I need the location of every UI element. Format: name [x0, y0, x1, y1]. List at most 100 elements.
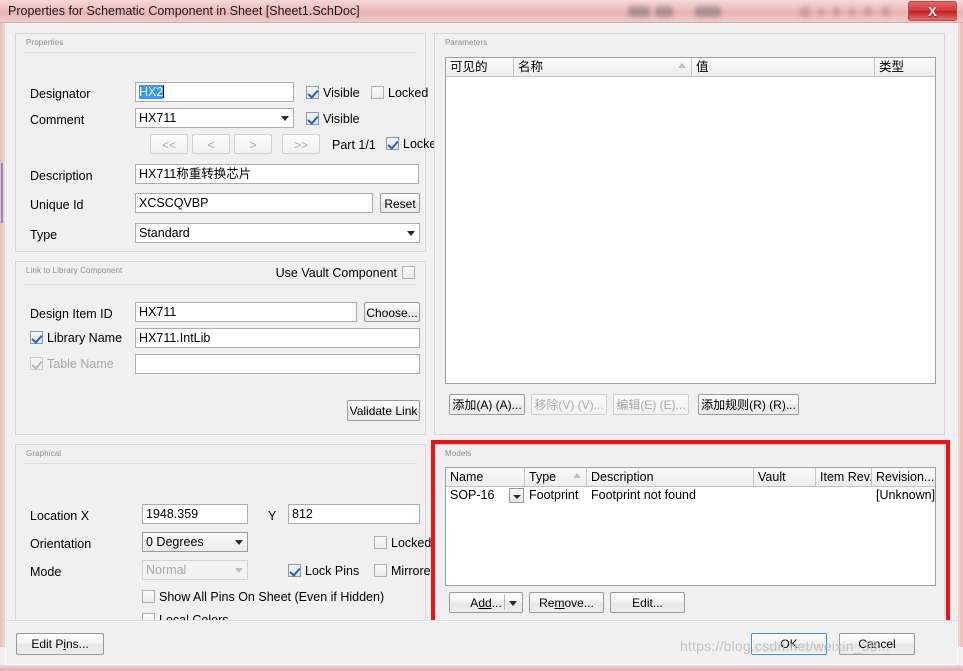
table-name-checkbox[interactable]: Table Name	[30, 357, 114, 371]
parameters-col-name[interactable]: 名称	[514, 58, 692, 76]
designator-locked-checkbox[interactable]: Locked	[371, 86, 428, 100]
location-y-input[interactable]: 812	[288, 504, 420, 524]
checkbox-label: Use Vault Component	[275, 266, 397, 280]
comment-value: HX711	[139, 111, 177, 125]
models-cell-item-rev	[816, 487, 872, 504]
location-y-label: Y	[268, 509, 277, 523]
models-cell-description: Footprint not found	[591, 488, 696, 502]
chevron-down-icon[interactable]	[509, 600, 517, 606]
reset-button[interactable]: Reset	[380, 193, 420, 213]
comment-combo[interactable]: HX711	[135, 108, 294, 128]
choose-button[interactable]: Choose...	[364, 302, 420, 322]
ok-button[interactable]: OK	[751, 633, 827, 655]
library-name-checkbox[interactable]: Library Name	[30, 331, 122, 345]
checkbox-label: Locked	[388, 86, 429, 100]
models-cell-vault	[754, 487, 816, 504]
close-icon[interactable]: X	[908, 1, 957, 21]
checkbox-label: Locked	[391, 536, 432, 550]
description-label: Description	[30, 169, 93, 183]
part-indicator-label: Part 1/1	[332, 138, 376, 152]
properties-group-label: Properties	[24, 38, 66, 47]
checkbox-label: Visible	[323, 86, 360, 100]
dialog-window: Properties for Schematic Component in Sh…	[0, 0, 963, 671]
use-vault-component-checkbox[interactable]: Use Vault Component	[276, 266, 415, 280]
checkbox-label: Visible	[323, 112, 360, 126]
models-col-revision[interactable]: Revision...	[872, 468, 935, 486]
mode-value: Normal	[146, 563, 187, 577]
chevron-down-icon	[407, 231, 415, 236]
cancel-button[interactable]: Cancel	[839, 633, 915, 655]
parameters-add-button[interactable]: 添加(A) (A)...	[449, 394, 525, 415]
models-add-button[interactable]: Add...	[449, 592, 523, 613]
unique-id-input[interactable]: XCSCQVBP	[135, 193, 373, 213]
parameters-group: Parameters 可见的 名称 值 类型 添加(A) (A)... 移除(V…	[434, 33, 945, 435]
titlebar-blurred-item	[818, 8, 824, 16]
mode-combo[interactable]: Normal	[142, 560, 248, 580]
parameters-col-value[interactable]: 值	[692, 58, 875, 76]
part-first-button[interactable]: <<	[150, 134, 188, 154]
models-col-name[interactable]: Name	[446, 468, 525, 486]
designator-label: Designator	[30, 87, 91, 101]
show-all-pins-checkbox[interactable]: Show All Pins On Sheet (Even if Hidden)	[142, 590, 384, 604]
sort-ascending-icon	[678, 63, 686, 68]
titlebar-blurred-item	[833, 7, 840, 16]
parameters-col-visible[interactable]: 可见的	[446, 58, 514, 76]
models-table-header: Name Type Description Vault Item Rev... …	[446, 468, 935, 487]
table-name-input[interactable]	[135, 354, 420, 374]
parameters-table[interactable]: 可见的 名称 值 类型	[445, 57, 936, 384]
models-table[interactable]: Name Type Description Vault Item Rev... …	[445, 467, 936, 586]
type-combo[interactable]: Standard	[135, 223, 420, 243]
part-prev-button[interactable]: <	[192, 134, 230, 154]
parameters-col-type[interactable]: 类型	[875, 58, 935, 76]
orientation-combo[interactable]: 0 Degrees	[142, 532, 248, 552]
checkbox-box	[142, 590, 155, 603]
designator-visible-checkbox[interactable]: Visible	[306, 86, 360, 100]
comment-visible-checkbox[interactable]: Visible	[306, 112, 360, 126]
designator-input[interactable]: HX2	[135, 82, 294, 102]
parameters-edit-button[interactable]: 编辑(E) (E)...	[613, 394, 689, 415]
window-frame-bottom	[0, 665, 963, 671]
orientation-value: 0 Degrees	[146, 535, 204, 549]
library-name-input[interactable]: HX711.IntLib	[135, 328, 420, 348]
table-row[interactable]: SOP-16 Footprint Footprint not found [Un…	[446, 487, 935, 504]
models-edit-button[interactable]: Edit...	[610, 592, 685, 613]
models-col-description[interactable]: Description	[587, 468, 754, 486]
models-group-label: Models	[443, 449, 474, 458]
models-group: Models Name Type Description Vault Item …	[434, 444, 945, 621]
dialog-client-area: Properties Designator HX2 Visible Locked…	[5, 23, 958, 665]
checkbox-box	[306, 86, 319, 99]
type-label: Type	[30, 228, 58, 242]
location-x-input[interactable]: 1948.359	[142, 504, 248, 524]
titlebar-blurred-item	[628, 6, 650, 17]
models-col-type[interactable]: Type	[525, 468, 587, 486]
checkbox-box	[306, 112, 319, 125]
graphical-group-label: Graphical	[24, 449, 64, 458]
models-col-item-rev[interactable]: Item Rev...	[816, 468, 872, 486]
validate-link-button[interactable]: Validate Link	[347, 400, 420, 421]
models-col-vault[interactable]: Vault	[754, 468, 816, 486]
models-add-label: Add...	[470, 596, 502, 610]
edit-pins-label: Edit Pins...	[31, 637, 89, 651]
title-bar[interactable]: Properties for Schematic Component in Sh…	[0, 0, 963, 23]
mirrored-checkbox[interactable]: Mirrored	[374, 564, 438, 578]
checkbox-label: Show All Pins On Sheet (Even if Hidden)	[159, 590, 385, 604]
checkbox-label: Library Name	[47, 331, 123, 345]
models-remove-button[interactable]: Remove...	[529, 592, 604, 613]
description-input[interactable]: HX711称重转换芯片	[135, 164, 419, 184]
part-next-button[interactable]: >	[234, 134, 272, 154]
chevron-down-icon	[281, 116, 289, 121]
orientation-label: Orientation	[30, 537, 92, 551]
parameters-remove-button[interactable]: 移除(V) (V)...	[531, 394, 607, 415]
chevron-down-icon	[235, 568, 243, 573]
parameters-table-header: 可见的 名称 值 类型	[446, 58, 935, 77]
lock-pins-checkbox[interactable]: Lock Pins	[288, 564, 359, 578]
parameters-group-label: Parameters	[443, 38, 490, 47]
chevron-down-icon[interactable]	[509, 488, 524, 503]
parameters-add-rule-button[interactable]: 添加规则(R) (R)...	[698, 394, 799, 415]
design-item-id-input[interactable]: HX711	[135, 302, 357, 322]
part-last-button[interactable]: >>	[282, 134, 320, 154]
edit-pins-button[interactable]: Edit Pins...	[16, 633, 104, 655]
models-cell-name[interactable]: SOP-16	[446, 487, 525, 504]
graphical-locked-checkbox[interactable]: Locked	[374, 536, 431, 550]
sort-ascending-icon	[573, 473, 581, 478]
